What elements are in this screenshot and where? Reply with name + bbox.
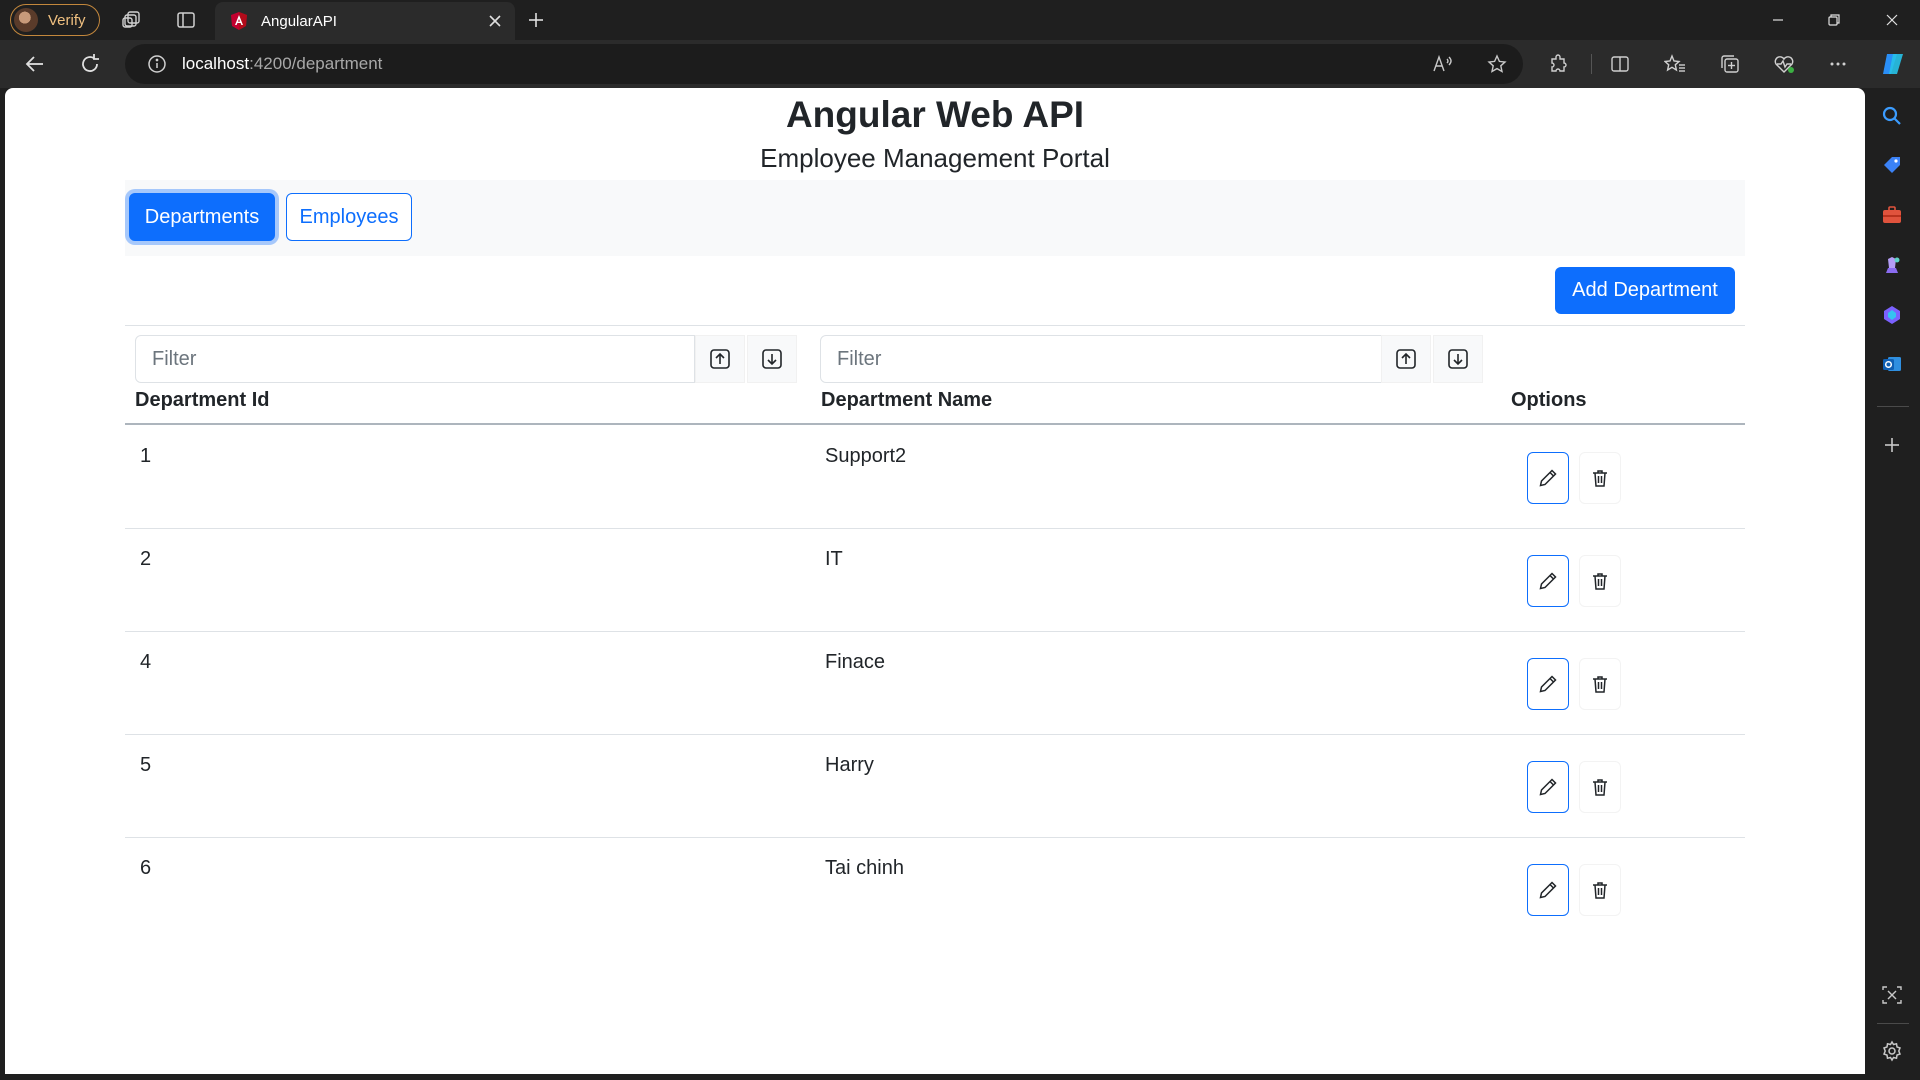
url-text: localhost:4200/department <box>182 54 383 73</box>
read-aloud-icon[interactable] <box>1427 48 1459 80</box>
column-header-name: Department Name <box>821 389 993 411</box>
department-id-filter-input[interactable]: Filter <box>135 335 695 383</box>
restore-icon[interactable] <box>1806 0 1862 40</box>
department-name-cell: IT <box>825 548 843 570</box>
arrow-up-square-icon <box>710 349 730 369</box>
new-tab-icon[interactable] <box>520 4 552 36</box>
trash-icon <box>1593 573 1607 590</box>
games-icon[interactable] <box>1878 251 1906 279</box>
back-icon[interactable] <box>19 48 51 80</box>
split-screen-icon[interactable] <box>1604 48 1636 80</box>
tab-angularapi[interactable]: AngularAPI <box>215 2 515 40</box>
column-header-options: Options <box>1511 389 1587 411</box>
settings-gear-icon[interactable] <box>1878 1037 1906 1065</box>
copilot-designer-icon[interactable] <box>1878 301 1906 329</box>
extensions-icon[interactable] <box>1542 48 1574 80</box>
department-id-cell: 2 <box>140 548 152 570</box>
avatar <box>14 8 38 32</box>
sidebar-divider <box>1877 406 1909 407</box>
page-viewport: Angular Web API Employee Management Port… <box>5 88 1865 1074</box>
pencil-icon <box>1539 778 1557 796</box>
tab-actions-icon[interactable] <box>170 4 202 36</box>
pencil-icon <box>1539 572 1557 590</box>
browser-toolbar: localhost:4200/department <box>0 40 1920 88</box>
delete-button[interactable] <box>1579 555 1621 607</box>
arrow-up-square-icon <box>1396 349 1416 369</box>
edit-button[interactable] <box>1527 658 1569 710</box>
page-title: Angular Web API <box>785 94 1085 135</box>
copilot-icon[interactable] <box>1877 48 1909 80</box>
sort-id-asc-button[interactable] <box>695 335 745 383</box>
profile-label: Verify <box>48 11 86 29</box>
sort-name-asc-button[interactable] <box>1381 335 1431 383</box>
trash-icon <box>1593 676 1607 693</box>
edit-button[interactable] <box>1527 864 1569 916</box>
add-sidebar-app-icon[interactable] <box>1878 431 1906 459</box>
department-name-filter-input[interactable]: Filter <box>820 335 1382 383</box>
search-icon[interactable] <box>1878 102 1906 130</box>
pencil-icon <box>1539 675 1557 693</box>
edit-button[interactable] <box>1527 761 1569 813</box>
add-department-button[interactable]: Add Department <box>1555 267 1735 314</box>
delete-button[interactable] <box>1579 761 1621 813</box>
employees-nav-button[interactable]: Employees <box>286 193 412 241</box>
address-bar[interactable]: localhost:4200/department <box>125 44 1523 84</box>
profile-button[interactable]: Verify <box>10 4 100 36</box>
department-name-cell: Tai chinh <box>825 857 904 879</box>
department-id-cell: 4 <box>140 651 152 673</box>
sort-name-desc-button[interactable] <box>1433 335 1483 383</box>
delete-button[interactable] <box>1579 452 1621 504</box>
row-divider <box>125 631 1745 632</box>
delete-button[interactable] <box>1579 864 1621 916</box>
close-tab-icon[interactable] <box>481 7 509 35</box>
department-name-cell: Harry <box>825 754 874 776</box>
tab-title: AngularAPI <box>261 12 337 30</box>
department-id-cell: 1 <box>140 445 152 467</box>
department-id-cell: 5 <box>140 754 152 776</box>
screenshot-icon[interactable] <box>1878 981 1906 1009</box>
workspaces-icon[interactable] <box>116 4 148 36</box>
row-divider <box>125 528 1745 529</box>
close-window-icon[interactable] <box>1864 0 1920 40</box>
edge-sidebar <box>1865 88 1920 1080</box>
arrow-down-square-icon <box>1448 349 1468 369</box>
favorite-star-icon[interactable] <box>1481 48 1513 80</box>
pencil-icon <box>1539 469 1557 487</box>
edit-button[interactable] <box>1527 452 1569 504</box>
trash-icon <box>1593 470 1607 487</box>
shopping-tag-icon[interactable] <box>1878 151 1906 179</box>
minimize-icon[interactable] <box>1750 0 1806 40</box>
angular-icon <box>229 11 249 31</box>
pencil-icon <box>1539 881 1557 899</box>
table-top-border <box>125 325 1745 326</box>
header-bottom-border <box>125 423 1745 425</box>
site-info-icon[interactable] <box>146 53 168 75</box>
outlook-icon[interactable] <box>1878 350 1906 378</box>
row-divider <box>125 734 1745 735</box>
reload-icon[interactable] <box>74 48 106 80</box>
edit-button[interactable] <box>1527 555 1569 607</box>
delete-button[interactable] <box>1579 658 1621 710</box>
page-subtitle: Employee Management Portal <box>760 143 1110 173</box>
favorites-icon[interactable] <box>1659 48 1691 80</box>
browser-essentials-icon[interactable] <box>1768 48 1800 80</box>
row-divider <box>125 837 1745 838</box>
more-options-icon[interactable] <box>1822 48 1854 80</box>
nav-bar: Departments Employees <box>125 180 1745 256</box>
department-name-cell: Finace <box>825 651 886 673</box>
department-id-cell: 6 <box>140 857 152 879</box>
departments-nav-button[interactable]: Departments <box>129 193 275 241</box>
trash-icon <box>1593 882 1607 899</box>
sort-id-desc-button[interactable] <box>747 335 797 383</box>
toolbar-divider <box>1591 54 1592 74</box>
department-name-cell: Support2 <box>825 445 907 467</box>
sidebar-divider-bottom <box>1877 1023 1909 1024</box>
tools-briefcase-icon[interactable] <box>1878 201 1906 229</box>
page-container: Angular Web API Employee Management Port… <box>125 88 1745 1074</box>
collections-icon[interactable] <box>1714 48 1746 80</box>
trash-icon <box>1593 779 1607 796</box>
browser-tabbar: Verify AngularAPI <box>0 0 1920 40</box>
arrow-down-square-icon <box>762 349 782 369</box>
column-header-id: Department Id <box>135 389 270 411</box>
